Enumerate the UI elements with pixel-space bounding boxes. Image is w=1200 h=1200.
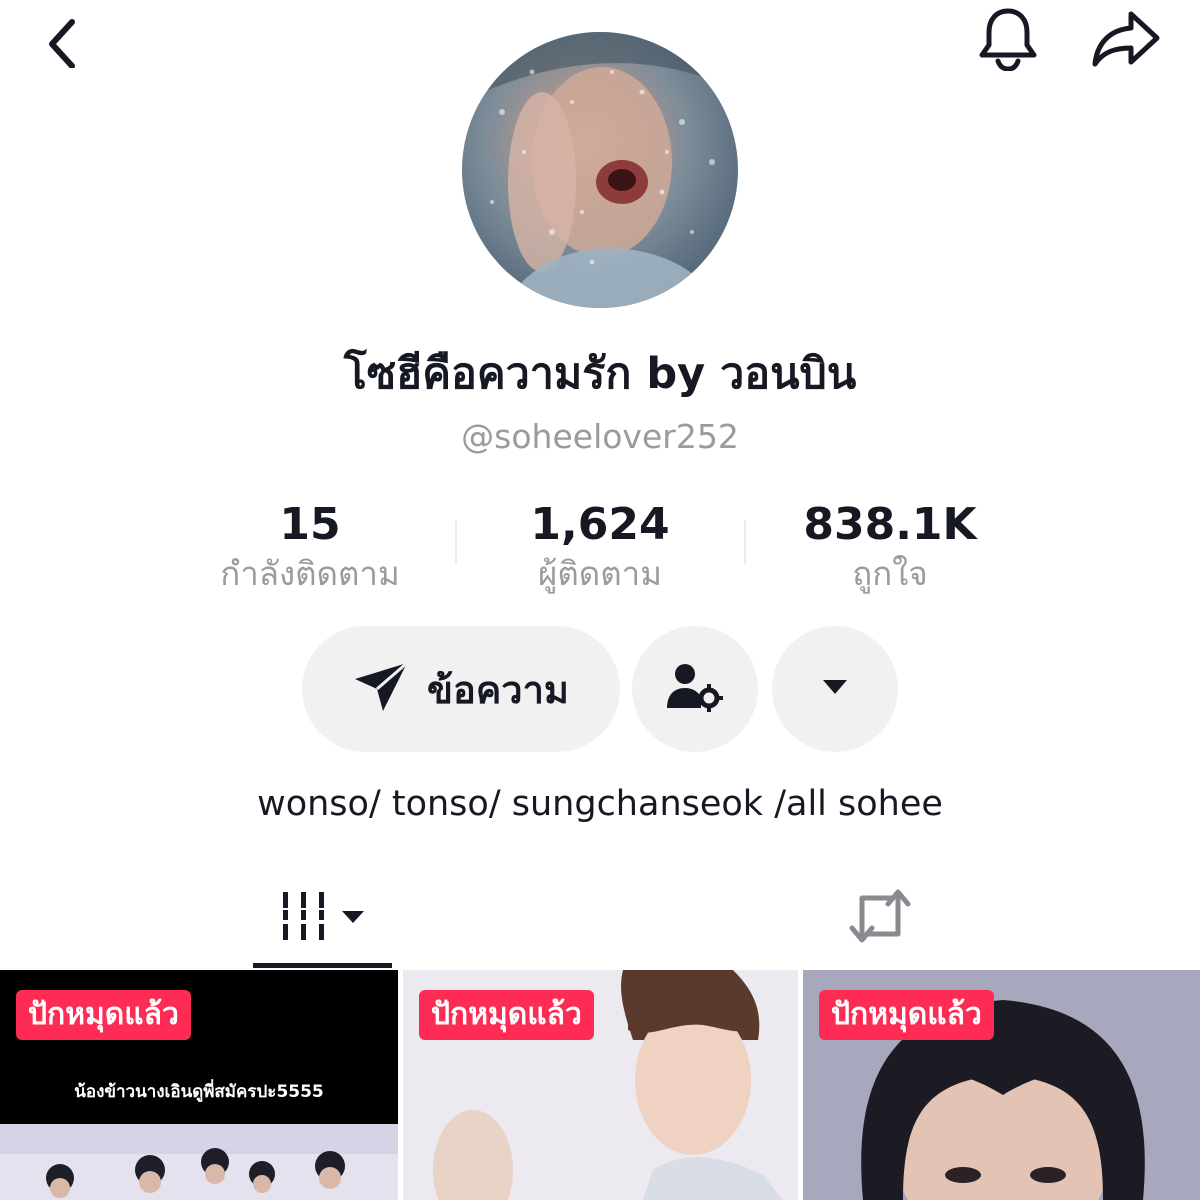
- avatar[interactable]: [462, 32, 738, 308]
- following-stat[interactable]: 15 กำลังติดตาม: [180, 498, 440, 596]
- profile-bio: wonso/ tonso/ sungchanseok /all sohee: [257, 784, 943, 824]
- tab-reposts[interactable]: [820, 870, 940, 966]
- likes-count: 838.1K: [803, 499, 977, 550]
- likes-label: ถูกใจ: [852, 554, 928, 593]
- username: @soheelover252: [461, 417, 739, 456]
- stat-divider: [455, 520, 457, 564]
- suggested-friends-button[interactable]: [632, 626, 758, 752]
- pinned-badge: ปักหมุดแล้ว: [16, 990, 191, 1040]
- video-thumbnail[interactable]: ปักหมุดแล้ว: [403, 970, 798, 1200]
- pinned-badge: ปักหมุดแล้ว: [819, 990, 994, 1040]
- pinned-badge: ปักหมุดแล้ว: [419, 990, 594, 1040]
- more-options-button[interactable]: [772, 626, 898, 752]
- share-arrow-icon: [1091, 8, 1161, 72]
- following-label: กำลังติดตาม: [220, 554, 400, 593]
- display-name: โซฮีคือความรัก by วอนบิน: [343, 349, 857, 399]
- followers-label: ผู้ติดตาม: [538, 554, 662, 593]
- video-caption: น้องข้าวนางเอินดูพี่สมัครปะ5555: [74, 1082, 324, 1102]
- send-icon: [353, 661, 409, 717]
- tab-videos[interactable]: [253, 870, 392, 966]
- message-label: ข้อความ: [427, 667, 569, 712]
- video-thumbnail[interactable]: ปักหมุดแล้ว น้องข้าวนางเอินดูพี่สมัครปะ5…: [0, 970, 398, 1200]
- share-button[interactable]: [1080, 0, 1172, 80]
- stat-divider: [744, 520, 746, 564]
- caret-down-icon: [341, 909, 365, 928]
- active-tab-indicator: [253, 963, 392, 968]
- back-button[interactable]: [20, 0, 100, 80]
- notifications-button[interactable]: [962, 0, 1054, 80]
- caret-down-icon: [821, 678, 849, 700]
- profile-page: โซฮีคือความรัก by วอนบิน @soheelover252 …: [0, 0, 1200, 1200]
- followers-count: 1,624: [530, 499, 670, 550]
- following-count: 15: [279, 499, 341, 550]
- grid-bars-icon: [281, 890, 331, 946]
- bell-icon: [976, 5, 1040, 75]
- video-thumbnail[interactable]: ปักหมุดแล้ว: [803, 970, 1200, 1200]
- message-button[interactable]: ข้อความ: [302, 626, 620, 752]
- repost-icon: [848, 888, 912, 948]
- followers-stat[interactable]: 1,624 ผู้ติดตาม: [470, 498, 730, 596]
- person-gear-icon: [665, 662, 725, 716]
- likes-stat[interactable]: 838.1K ถูกใจ: [760, 498, 1020, 596]
- chevron-left-icon: [40, 8, 80, 72]
